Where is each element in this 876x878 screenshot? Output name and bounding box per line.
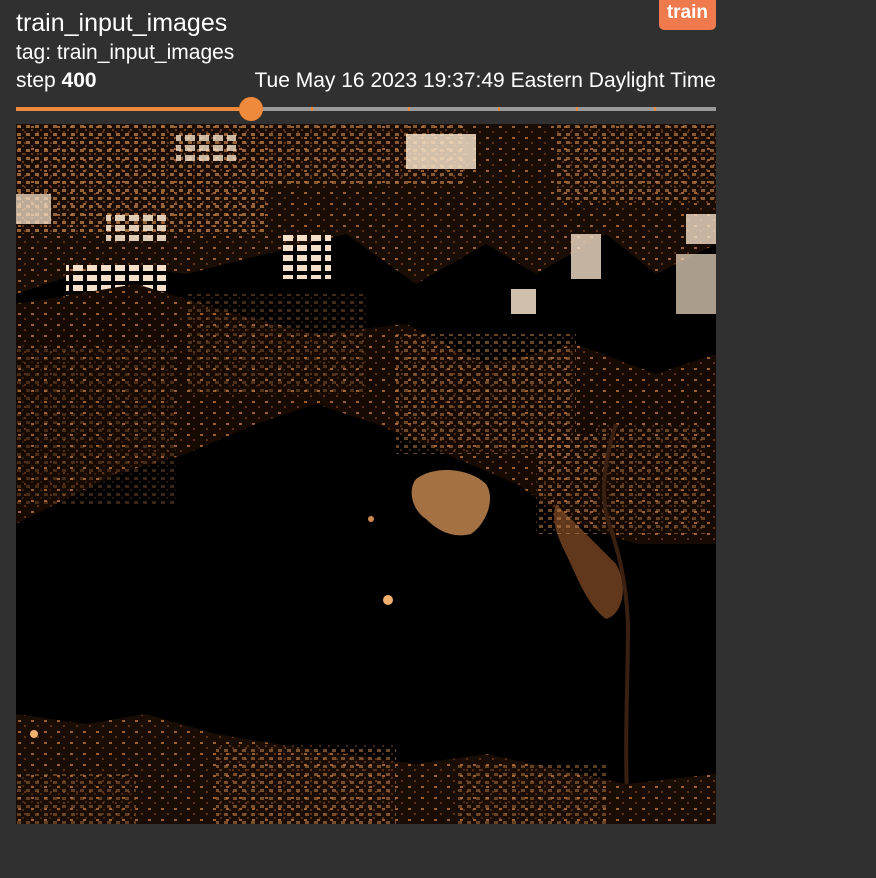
satellite-image xyxy=(16,124,716,824)
tag-line: tag: train_input_images xyxy=(16,41,235,64)
step-indicator: step 400 xyxy=(16,67,97,95)
run-badge: train xyxy=(658,0,716,30)
slider-tick xyxy=(576,107,578,111)
slider-thumb[interactable] xyxy=(239,97,264,121)
step-slider[interactable] xyxy=(16,96,716,122)
timestamp: Tue May 16 2023 19:37:49 Eastern Dayligh… xyxy=(254,69,717,92)
slider-tick xyxy=(408,107,410,111)
slider-tick xyxy=(106,107,109,111)
step-label: step xyxy=(16,69,56,92)
slider-tick xyxy=(498,107,501,111)
card-title: train_input_images xyxy=(16,9,228,37)
image-card: train_input_images train tag: train_inpu… xyxy=(16,0,716,878)
step-row: step 400 Tue May 16 2023 19:37:49 Easter… xyxy=(16,67,716,95)
train-input-image xyxy=(16,124,716,824)
slider-tick xyxy=(310,107,313,111)
slider-tick xyxy=(654,107,657,111)
slider-fill xyxy=(16,107,252,111)
slider-tick xyxy=(209,107,212,111)
step-value: 400 xyxy=(61,69,97,92)
